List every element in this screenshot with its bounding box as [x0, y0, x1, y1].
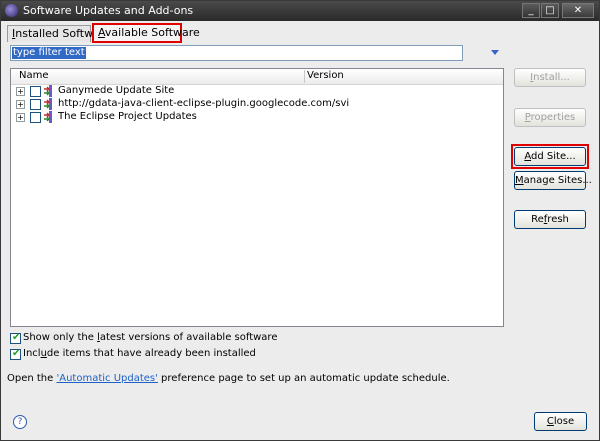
latest-versions-label: Show only the latest versions of availab… — [23, 332, 278, 343]
tab-available-software[interactable]: Available Software — [92, 23, 200, 43]
update-site-icon — [44, 85, 52, 97]
properties-button[interactable]: Properties — [514, 108, 586, 127]
software-updates-dialog: Software Updates and Add-ons _ □ ✕ Insta… — [0, 0, 600, 441]
tab-installed-software[interactable]: Installed Software — [7, 25, 111, 42]
column-divider[interactable] — [304, 70, 305, 83]
latest-versions-checkbox[interactable]: ✔ — [10, 332, 21, 344]
maximize-button[interactable]: □ — [541, 3, 559, 18]
row-label: The Eclipse Project Updates — [58, 111, 197, 122]
window-title: Software Updates and Add-ons — [23, 4, 194, 17]
automatic-updates-link[interactable]: 'Automatic Updates' — [56, 373, 157, 384]
manage-sites-button[interactable]: Manage Sites... — [514, 171, 592, 190]
close-window-button[interactable]: ✕ — [562, 3, 594, 18]
add-site-button[interactable]: Add Site... — [514, 147, 586, 166]
filter-menu-arrow-icon[interactable] — [491, 50, 499, 55]
column-header-name[interactable]: Name — [19, 70, 49, 81]
update-site-icon — [44, 111, 52, 123]
include-installed-label: Include items that have already been ins… — [23, 348, 256, 359]
title-bar: Software Updates and Add-ons _ □ ✕ — [1, 1, 599, 21]
filter-text: type filter text — [12, 47, 86, 59]
automatic-updates-info: Open the 'Automatic Updates' preference … — [7, 373, 450, 384]
help-icon[interactable]: ? — [13, 415, 27, 429]
filter-input[interactable]: type filter text — [10, 45, 463, 61]
row-checkbox[interactable] — [30, 112, 41, 123]
table-header: Name Version — [11, 69, 503, 85]
close-button[interactable]: Close — [534, 412, 587, 431]
checkmark-icon: ✔ — [12, 332, 21, 343]
row-checkbox[interactable] — [30, 99, 41, 110]
eclipse-icon — [5, 4, 18, 17]
checkmark-icon: ✔ — [12, 348, 21, 359]
table-row[interactable]: + http://gdata-java-client-eclipse-plugi… — [11, 98, 349, 111]
expand-icon[interactable]: + — [16, 113, 25, 122]
row-label: http://gdata-java-client-eclipse-plugin.… — [58, 98, 350, 109]
table-row[interactable]: + The Eclipse Project Updates — [11, 111, 311, 124]
update-site-icon — [44, 98, 52, 110]
row-label: Ganymede Update Site — [58, 85, 175, 96]
install-button[interactable]: Install... — [514, 68, 586, 87]
minimize-button[interactable]: _ — [522, 3, 540, 18]
expand-icon[interactable]: + — [16, 100, 25, 109]
expand-icon[interactable]: + — [16, 87, 25, 96]
column-header-version[interactable]: Version — [307, 70, 344, 81]
available-software-table[interactable]: Name Version + Ganymede Update Site + ht… — [10, 68, 504, 327]
include-installed-checkbox[interactable]: ✔ — [10, 348, 21, 360]
refresh-button[interactable]: Refresh — [514, 210, 586, 229]
row-checkbox[interactable] — [30, 86, 41, 97]
table-row[interactable]: + Ganymede Update Site — [11, 85, 311, 98]
